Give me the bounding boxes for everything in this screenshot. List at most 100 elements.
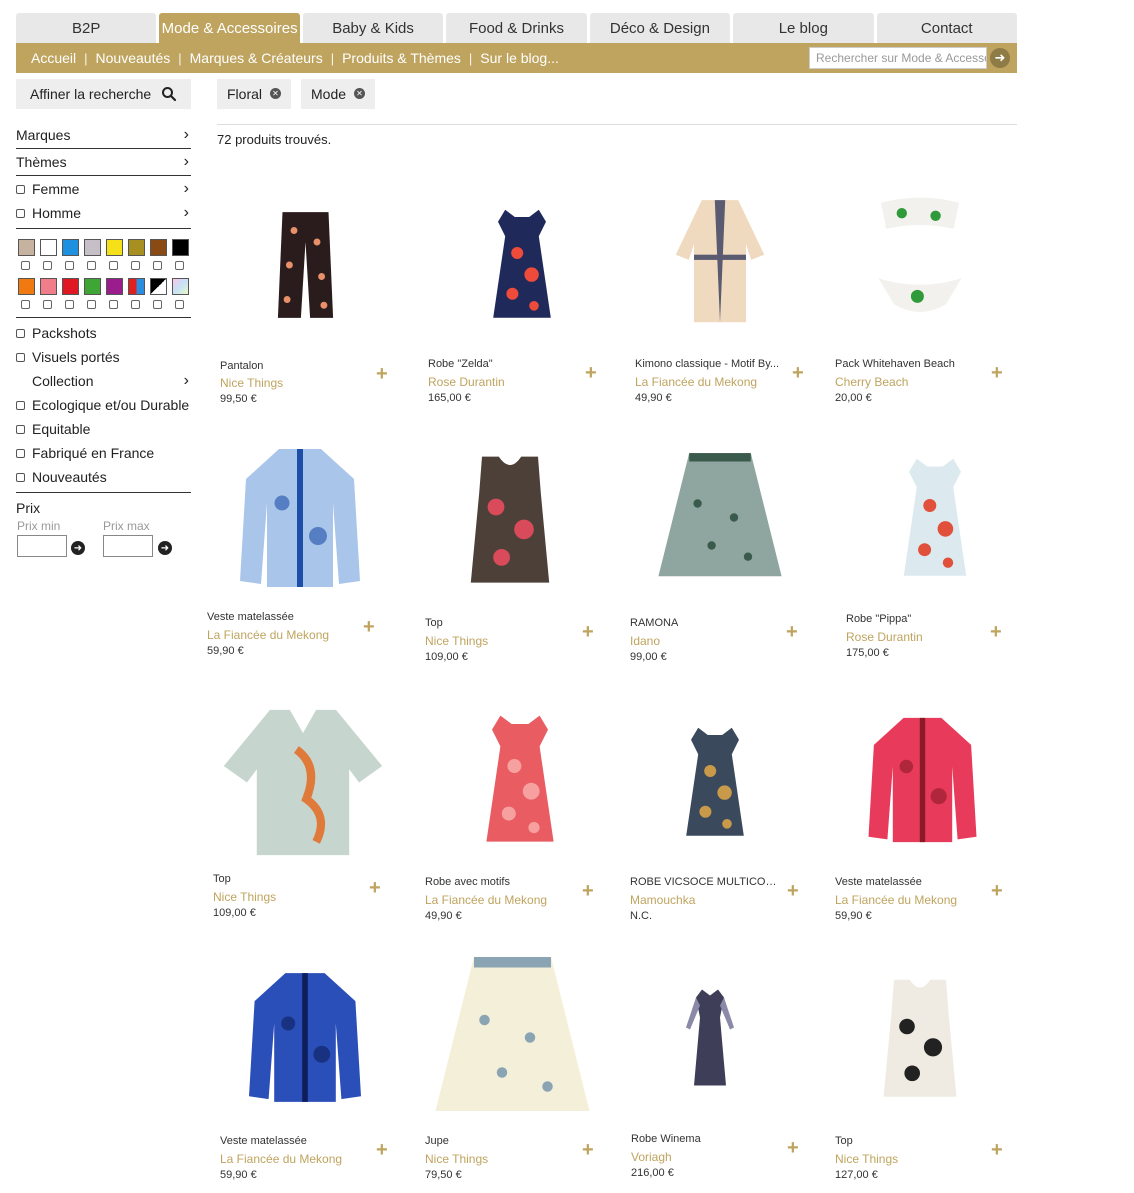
product-brand[interactable]: Idano (630, 634, 660, 648)
product-brand[interactable]: Mamouchka (630, 893, 695, 907)
product-name[interactable]: Top (213, 873, 231, 885)
color-checkbox[interactable] (131, 300, 140, 309)
nouveautes-checkbox[interactable] (16, 472, 25, 482)
color-checkbox[interactable] (43, 300, 52, 309)
product-brand[interactable]: Nice Things (220, 376, 283, 390)
product-image[interactable] (450, 690, 590, 870)
tab-le-blog[interactable]: Le blog (733, 13, 874, 43)
color-swatch[interactable] (18, 239, 35, 256)
add-icon[interactable]: + (991, 363, 1003, 383)
product-image[interactable] (870, 436, 1000, 601)
add-icon[interactable]: + (792, 363, 804, 383)
color-swatch[interactable] (172, 278, 189, 295)
tab-mode-accessoires[interactable]: Mode & Accessoires (159, 13, 300, 43)
product-name[interactable]: Pack Whitehaven Beach (835, 358, 955, 370)
color-swatch[interactable] (128, 278, 145, 295)
product-name[interactable]: Pantalon (220, 360, 263, 372)
filter-fabrique-en-france[interactable]: Fabriqué en France (16, 444, 191, 462)
color-swatch[interactable] (40, 278, 57, 295)
subnav-sur-le-blog[interactable]: Sur le blog... (472, 50, 567, 66)
add-icon[interactable]: + (991, 1140, 1003, 1160)
homme-checkbox[interactable] (16, 208, 25, 218)
color-checkbox[interactable] (65, 300, 74, 309)
filter-homme[interactable]: Homme › (16, 204, 191, 222)
price-min-submit-icon[interactable]: ➜ (71, 541, 85, 555)
product-image[interactable] (425, 950, 600, 1125)
visuels-checkbox[interactable] (16, 352, 25, 362)
filter-nouveautes[interactable]: Nouveautés (16, 468, 191, 486)
product-brand[interactable]: Rose Durantin (846, 630, 923, 644)
femme-checkbox[interactable] (16, 184, 25, 194)
ecologique-checkbox[interactable] (16, 400, 25, 410)
product-name[interactable]: Robe Winema (631, 1133, 701, 1145)
add-icon[interactable]: + (376, 1140, 388, 1160)
product-brand[interactable]: La Fiancée du Mekong (425, 893, 547, 907)
product-brand[interactable]: Nice Things (425, 1152, 488, 1166)
color-swatch[interactable] (106, 278, 123, 295)
search-input[interactable]: Rechercher sur Mode & Accessoires (809, 47, 987, 69)
add-icon[interactable]: + (582, 622, 594, 642)
color-swatch[interactable] (106, 239, 123, 256)
color-checkbox[interactable] (21, 261, 30, 270)
tab-food-drinks[interactable]: Food & Drinks (446, 13, 587, 43)
color-checkbox[interactable] (131, 261, 140, 270)
product-brand[interactable]: Nice Things (835, 1152, 898, 1166)
filter-chip-mode[interactable]: Mode ✕ (301, 79, 375, 109)
product-name[interactable]: Top (835, 1135, 853, 1147)
subnav-accueil[interactable]: Accueil (23, 50, 84, 66)
subnav-marques-createurs[interactable]: Marques & Créateurs (182, 50, 331, 66)
color-swatch[interactable] (84, 278, 101, 295)
product-brand[interactable]: La Fiancée du Mekong (220, 1152, 342, 1166)
filter-collection[interactable]: Collection › (16, 372, 191, 390)
product-image[interactable] (225, 428, 375, 608)
color-checkbox[interactable] (43, 261, 52, 270)
product-image[interactable] (655, 698, 775, 868)
color-swatch[interactable] (150, 278, 167, 295)
remove-filter-icon[interactable]: ✕ (270, 88, 281, 99)
tab-b2p[interactable]: B2P (16, 13, 157, 43)
product-name[interactable]: Robe "Pippa" (846, 613, 911, 625)
add-icon[interactable]: + (585, 363, 597, 383)
color-swatch[interactable] (84, 239, 101, 256)
color-checkbox[interactable] (109, 300, 118, 309)
add-icon[interactable]: + (363, 617, 375, 637)
color-checkbox[interactable] (109, 261, 118, 270)
product-brand[interactable]: Rose Durantin (428, 375, 505, 389)
product-name[interactable]: Jupe (425, 1135, 449, 1147)
color-swatch[interactable] (40, 239, 57, 256)
product-name[interactable]: RAMONA (630, 617, 678, 629)
color-checkbox[interactable] (153, 300, 162, 309)
product-name[interactable]: ROBE VICSOCE MULTICOLO... (630, 876, 781, 888)
add-icon[interactable]: + (369, 878, 381, 898)
remove-filter-icon[interactable]: ✕ (354, 88, 365, 99)
add-icon[interactable]: + (376, 364, 388, 384)
equitable-checkbox[interactable] (16, 424, 25, 434)
color-checkbox[interactable] (175, 300, 184, 309)
filter-marques[interactable]: Marques › (16, 126, 191, 144)
product-image[interactable] (855, 952, 985, 1127)
product-name[interactable]: Robe avec motifs (425, 876, 510, 888)
search-submit-icon[interactable]: ➜ (990, 48, 1010, 68)
tab-contact[interactable]: Contact (876, 13, 1017, 43)
product-brand[interactable]: Nice Things (425, 634, 488, 648)
product-name[interactable]: Robe "Zelda" (428, 358, 493, 370)
product-name[interactable]: Veste matelassée (220, 1135, 307, 1147)
add-icon[interactable]: + (787, 881, 799, 901)
color-checkbox[interactable] (21, 300, 30, 309)
add-icon[interactable]: + (787, 1138, 799, 1158)
add-icon[interactable]: + (991, 881, 1003, 901)
color-swatch[interactable] (150, 239, 167, 256)
product-image[interactable] (655, 175, 785, 350)
product-image[interactable] (855, 175, 985, 345)
color-checkbox[interactable] (175, 261, 184, 270)
color-swatch[interactable] (128, 239, 145, 256)
price-max-submit-icon[interactable]: ➜ (158, 541, 172, 555)
product-image[interactable] (855, 690, 990, 870)
color-checkbox[interactable] (87, 261, 96, 270)
product-image[interactable] (462, 180, 582, 350)
add-icon[interactable]: + (582, 1140, 594, 1160)
filter-packshots[interactable]: Packshots (16, 324, 191, 342)
product-brand[interactable]: Cherry Beach (835, 375, 908, 389)
price-max-input[interactable] (103, 535, 153, 557)
product-image[interactable] (440, 432, 580, 610)
